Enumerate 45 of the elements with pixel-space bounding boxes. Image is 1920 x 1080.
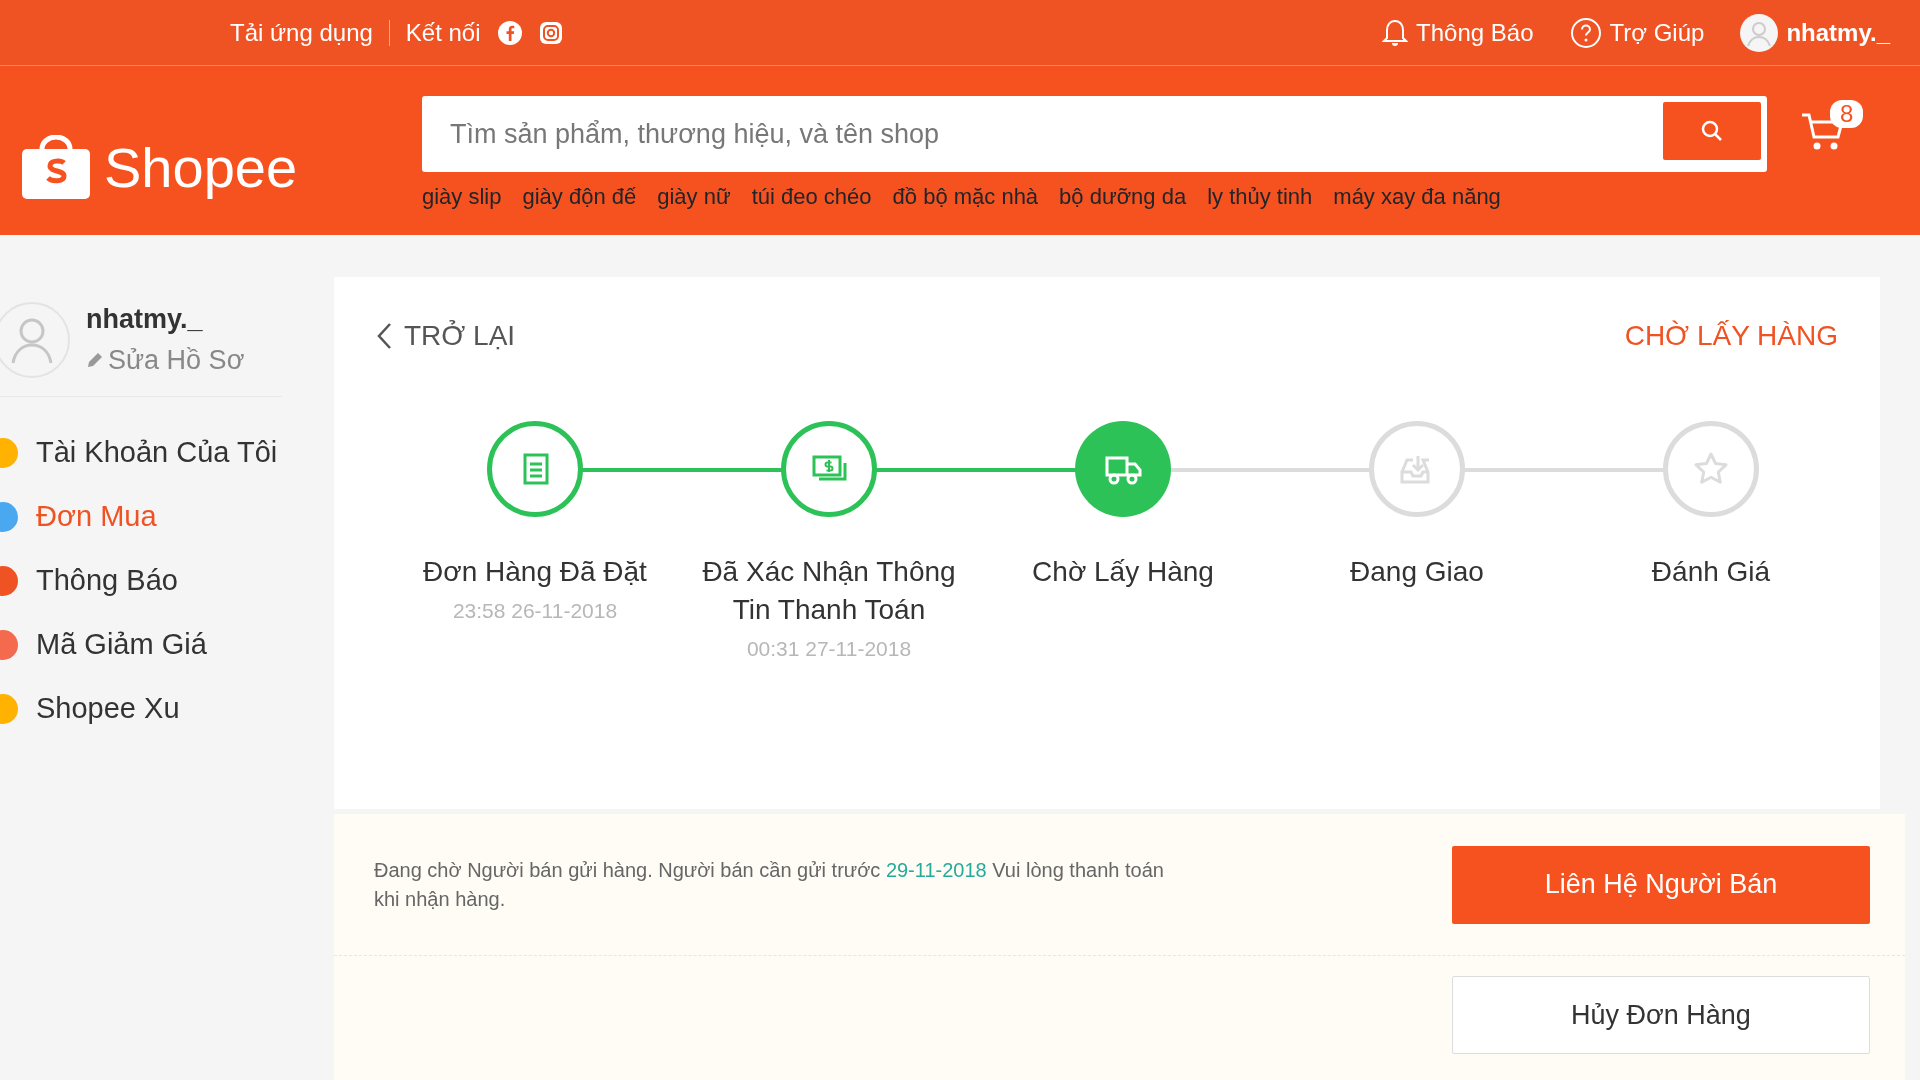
top-link[interactable]: Kết nối: [405, 14, 481, 51]
search-icon: [1701, 120, 1723, 142]
chevron-left-icon: [376, 322, 392, 350]
sidebar-item[interactable]: Tài Khoản Của Tôi: [0, 421, 300, 485]
avatar-icon: [1740, 13, 1779, 52]
sidebar-item[interactable]: Thông Báo: [0, 549, 300, 613]
bell-icon: [1382, 17, 1409, 48]
step-label: Đánh Giá: [1650, 555, 1772, 589]
suggestion-link[interactable]: đồ bộ mặc nhà: [892, 180, 1039, 213]
step-label: Đã Xác Nhận Thông Tin Thanh Toán: [701, 555, 957, 627]
sidebar-item[interactable]: Shopee Xu: [0, 677, 300, 741]
username: nhatmy._: [86, 303, 204, 336]
top-link[interactable]: Thông Báo: [1416, 14, 1534, 51]
cancel-order-button[interactable]: Hủy Đơn Hàng: [1452, 976, 1870, 1054]
step-label: Đơn Hàng Đã Đặt: [422, 555, 648, 589]
back-link[interactable]: TRỞ LẠI: [376, 315, 516, 357]
notice-text: Đang chờ Người bán gửi hàng. Người bán cần gửi trước 29-11-2018 Vui lòng thanh toán khi nhận hàng.: [374, 857, 1165, 912]
pencil-icon: [86, 350, 104, 369]
top-link[interactable]: Trợ Giúp: [1609, 14, 1705, 51]
suggestion-link[interactable]: giày slip: [422, 180, 502, 213]
help-icon: [1569, 16, 1602, 49]
step-label: Đang Giao: [1349, 555, 1485, 589]
sidebar-item[interactable]: Mã Giảm Giá: [0, 613, 300, 677]
top-link[interactable]: Tải ứng dụng: [230, 14, 373, 51]
suggestion-link[interactable]: túi đeo chéo: [751, 180, 872, 213]
logo-text[interactable]: Shopee: [104, 126, 298, 210]
shopping-bag-icon: [20, 135, 92, 201]
sidebar-item[interactable]: Đơn Mua: [0, 485, 300, 549]
cart-count-badge: 8: [1830, 100, 1864, 128]
top-link[interactable]: nhatmy._: [1786, 14, 1890, 51]
suggestion-link[interactable]: bộ dưỡng da: [1059, 180, 1187, 213]
suggestion-link[interactable]: giày độn đế: [522, 180, 637, 213]
edit-profile-link[interactable]: Sửa Hồ Sơ: [86, 339, 245, 380]
step-time: 00:31 27-11-2018: [746, 636, 912, 662]
search-button[interactable]: [1663, 102, 1761, 160]
search-field[interactable]: Tìm sản phẩm, thương hiệu, và tên shop: [422, 96, 1767, 172]
step-label: Chờ Lấy Hàng: [1031, 555, 1215, 589]
contact-seller-button[interactable]: Liên Hệ Người Bán: [1452, 845, 1870, 924]
order-status: CHỜ LẤY HÀNG: [1624, 319, 1838, 353]
instagram-icon[interactable]: [538, 20, 563, 45]
suggestion-link[interactable]: ly thủy tinh: [1207, 180, 1313, 213]
suggestion-link[interactable]: máy xay đa năng: [1333, 180, 1501, 213]
facebook-icon[interactable]: [496, 19, 523, 46]
step-time: 23:58 26-11-2018: [452, 598, 618, 624]
suggestion-link[interactable]: giày nữ: [657, 180, 731, 213]
